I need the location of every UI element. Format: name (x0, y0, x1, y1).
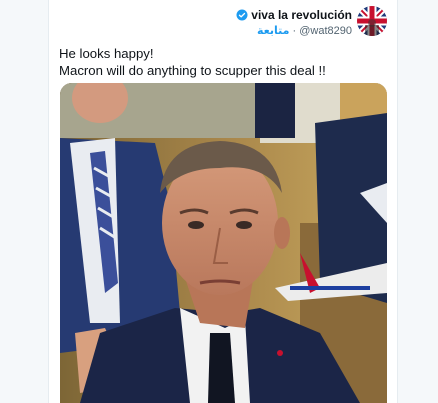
tweet-card: viva la revolución متابعة · @wat8290 He … (48, 0, 398, 403)
separator: · (292, 25, 297, 37)
author-display-name[interactable]: viva la revolución (251, 8, 352, 22)
avatar[interactable] (357, 6, 387, 36)
verified-badge-icon (236, 9, 248, 21)
author-handle[interactable]: @wat8290 (299, 25, 352, 37)
tweet-text-line-2: Macron will do anything to scupper this … (59, 63, 326, 78)
author-handle-row: متابعة · @wat8290 (236, 24, 352, 37)
follow-button[interactable]: متابعة (257, 25, 289, 37)
tweet-photo[interactable] (60, 83, 387, 403)
author-info: viva la revolución متابعة · @wat8290 (236, 8, 352, 37)
tweet-text-line-1: He looks happy! (59, 46, 154, 61)
union-jack-icon (357, 6, 387, 36)
photo-illustration (60, 83, 387, 403)
tweet-text: He looks happy! Macron will do anything … (59, 45, 387, 79)
tweet-author[interactable]: viva la revolución متابعة · @wat8290 (236, 6, 387, 38)
author-name-row: viva la revolución (236, 8, 352, 22)
